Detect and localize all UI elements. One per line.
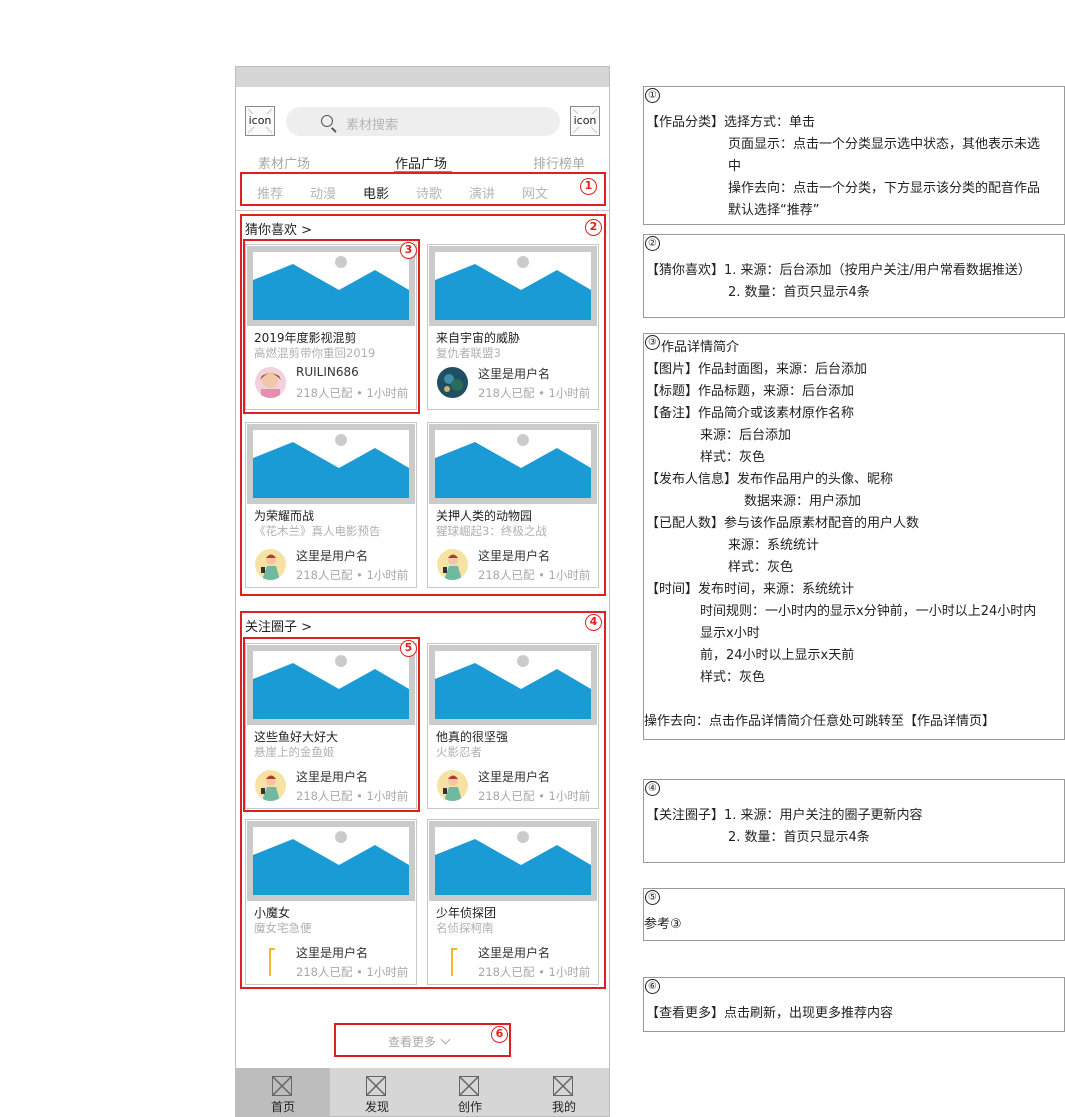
note-number: ③ <box>645 335 660 350</box>
nav-label: 创作 <box>457 1100 482 1114</box>
annotation-marker-3: 3 <box>400 242 417 259</box>
note-line: 【发布人信息】发布作品用户的头像、昵称 <box>646 472 894 487</box>
nav-placeholder-icon <box>553 1076 573 1096</box>
note-line: 时间规则：一小时内的显示x分钟前，一小时以上24小时内 <box>700 604 1037 619</box>
nav-label: 我的 <box>551 1100 576 1114</box>
note-line: 【时间】发布时间，来源：系统统计 <box>646 582 855 597</box>
note-line: 前，24小时以上显示x天前 <box>700 648 855 663</box>
note-line: 默认选择“推荐” <box>728 203 820 218</box>
note-line: 来源：系统统计 <box>728 538 820 553</box>
note-number: ⑥ <box>645 979 660 994</box>
note-line: 样式：灰色 <box>728 560 794 575</box>
nav-placeholder-icon <box>272 1076 292 1096</box>
left-icon-label: icon <box>247 114 273 127</box>
annotation-marker-6: 6 <box>491 1026 508 1043</box>
note-line: 来源：后台添加 <box>700 428 792 443</box>
note-5: ⑤ 参考③ <box>643 888 1065 941</box>
note-line: 【图片】作品封面图，来源：后台添加 <box>646 362 868 377</box>
note-6: ⑥ 【查看更多】点击刷新，出现更多推荐内容 <box>643 977 1065 1032</box>
right-icon-label: icon <box>572 114 598 127</box>
note-line: 【标题】作品标题，来源：后台添加 <box>646 384 855 399</box>
nav-placeholder-icon <box>366 1076 386 1096</box>
annotation-box-6 <box>334 1023 511 1057</box>
right-icon-button[interactable]: icon <box>570 106 600 136</box>
nav-label: 发现 <box>364 1100 389 1114</box>
nav-mine[interactable]: 我的 <box>517 1068 609 1116</box>
note-number: ④ <box>645 781 660 796</box>
note-number: ① <box>645 88 660 103</box>
nav-label: 首页 <box>270 1100 295 1114</box>
left-icon-button[interactable]: icon <box>245 106 275 136</box>
note-line: 页面显示：点击一个分类显示选中状态，其他表示未选 <box>728 137 1041 152</box>
nav-create[interactable]: 创作 <box>423 1068 517 1116</box>
search-input[interactable]: 素材搜索 <box>286 107 560 136</box>
nav-home[interactable]: 首页 <box>236 1068 330 1116</box>
note-line: 数据来源：用户添加 <box>744 494 862 509</box>
search-placeholder: 素材搜索 <box>346 118 399 133</box>
annotation-box-1 <box>240 172 606 206</box>
note-line: 样式：灰色 <box>700 670 766 685</box>
status-bar <box>236 67 609 87</box>
note-line: 【查看更多】点击刷新，出现更多推荐内容 <box>646 1006 894 1021</box>
tab-works-square[interactable]: 作品广场 <box>395 153 447 172</box>
note-line: 操作去向：点击作品详情简介任意处可跳转至【作品详情页】 <box>644 714 996 729</box>
annotation-box-5 <box>243 637 420 812</box>
annotation-marker-5: 5 <box>400 640 417 657</box>
note-line: 【作品分类】选择方式：单击 <box>646 115 816 130</box>
nav-discover[interactable]: 发现 <box>330 1068 424 1116</box>
note-line: 【已配人数】参与该作品原素材配音的用户人数 <box>646 516 920 531</box>
tab-material-square[interactable]: 素材广场 <box>258 153 310 172</box>
note-line: 显示x小时 <box>700 626 760 641</box>
note-number: ⑤ <box>645 890 660 905</box>
category-divider <box>236 210 609 211</box>
note-line: 操作去向：点击一个分类，下方显示该分类的配音作品 <box>728 181 1041 196</box>
note-line: 【备注】作品简介或该素材原作名称 <box>646 406 855 421</box>
note-line: 【猜你喜欢】1. 来源：后台添加（按用户关注/用户常看数据推送） <box>646 263 1031 278</box>
note-line: 参考③ <box>644 917 682 932</box>
annotation-marker-1: 1 <box>580 178 597 195</box>
search-icon <box>321 115 333 127</box>
note-line: 作品详情简介 <box>661 340 740 355</box>
note-2: ② 【猜你喜欢】1. 来源：后台添加（按用户关注/用户常看数据推送） 2. 数量… <box>643 234 1065 318</box>
nav-placeholder-icon <box>459 1076 479 1096</box>
annotation-marker-4: 4 <box>585 614 602 631</box>
note-4: ④ 【关注圈子】1. 来源：用户关注的圈子更新内容 2. 数量：首页只显示4条 <box>643 779 1065 863</box>
bottom-nav: 首页 发现 创作 我的 <box>236 1068 609 1116</box>
annotation-marker-2: 2 <box>585 219 602 236</box>
note-line: 2. 数量：首页只显示4条 <box>728 830 870 845</box>
note-line: 中 <box>728 159 742 174</box>
note-line: 【关注圈子】1. 来源：用户关注的圈子更新内容 <box>646 808 923 823</box>
note-3: ③ 作品详情简介 【图片】作品封面图，来源：后台添加 【标题】作品标题，来源：后… <box>643 333 1065 740</box>
note-line: 2. 数量：首页只显示4条 <box>728 285 870 300</box>
annotation-box-3 <box>243 239 420 414</box>
tab-ranking[interactable]: 排行榜单 <box>533 153 585 172</box>
note-line: 样式：灰色 <box>700 450 766 465</box>
note-1: ① 【作品分类】选择方式：单击 页面显示：点击一个分类显示选中状态，其他表示未选… <box>643 86 1065 225</box>
note-number: ② <box>645 236 660 251</box>
